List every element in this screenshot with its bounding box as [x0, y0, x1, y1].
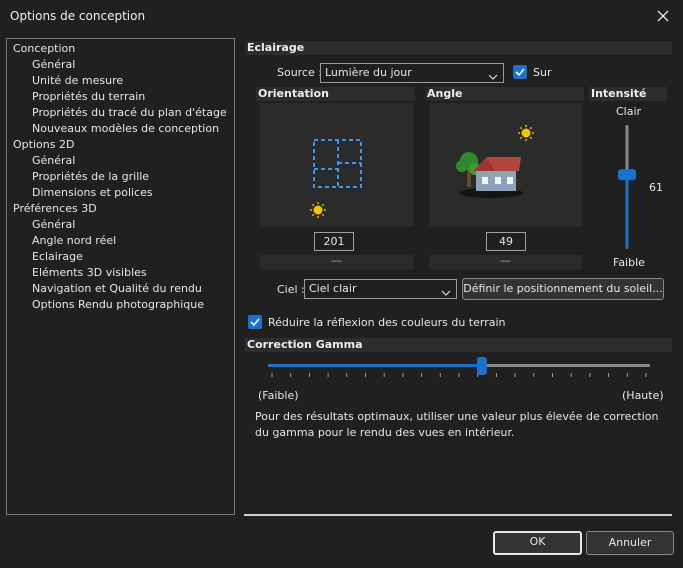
chevron-down-icon: [488, 69, 498, 80]
sun-icon: [310, 202, 326, 218]
tree-item[interactable]: Eclairage: [7, 249, 234, 265]
tree-item[interactable]: Navigation et Qualité du rendu: [7, 281, 234, 297]
sky-dropdown-value: Ciel clair: [309, 282, 357, 295]
orientation-bar: —: [260, 255, 413, 269]
intensity-slider-thumb: [618, 169, 636, 181]
window-title: Options de conception: [10, 9, 146, 23]
checkmark-icon: [515, 68, 525, 77]
close-icon[interactable]: [653, 6, 673, 26]
tree-item[interactable]: Préférences 3D: [7, 201, 234, 217]
source-label: Source :: [277, 66, 322, 79]
tree-item[interactable]: Nouveaux modèles de conception: [7, 121, 234, 137]
on-label: Sur: [533, 66, 552, 79]
intensity-header: Intensité: [589, 87, 667, 101]
on-checkbox[interactable]: [513, 65, 527, 79]
gamma-slider[interactable]: [266, 356, 652, 380]
terrain-reflection-checkbox[interactable]: [248, 315, 262, 329]
tree-item[interactable]: Propriétés du tracé du plan d'étage: [7, 105, 234, 121]
tree-item[interactable]: Général: [7, 217, 234, 233]
tree-item[interactable]: Unité de mesure: [7, 73, 234, 89]
tree-item[interactable]: Options 2D: [7, 137, 234, 153]
tree-item[interactable]: Général: [7, 153, 234, 169]
gamma-low-label: (Faible): [258, 389, 299, 402]
source-dropdown[interactable]: Lumière du jour: [320, 63, 504, 83]
tree-item[interactable]: Eléments 3D visibles: [7, 265, 234, 281]
sun-position-button[interactable]: Définir le positionnement du soleil...: [462, 278, 664, 300]
orientation-value-field[interactable]: 201: [314, 232, 354, 251]
sky-dropdown[interactable]: Ciel clair: [304, 279, 457, 299]
gamma-hint-text: Pour des résultats optimaux, utiliser un…: [255, 410, 659, 439]
tree-item[interactable]: Conception: [7, 41, 234, 57]
angle-preview[interactable]: [429, 103, 582, 227]
title-bar: Options de conception: [0, 0, 683, 32]
checkmark-icon: [250, 318, 260, 327]
house-icon: [456, 152, 523, 198]
angle-bar: —: [429, 255, 582, 269]
orientation-preview[interactable]: [260, 103, 413, 227]
lighting-section-header: Eclairage: [245, 41, 672, 55]
intensity-high-label: Clair: [616, 105, 642, 118]
terrain-reflection-label: Réduire la réflexion des couleurs du ter…: [268, 316, 506, 329]
tree-item[interactable]: Propriétés du terrain: [7, 89, 234, 105]
tree-item[interactable]: Options Rendu photographique: [7, 297, 234, 313]
chevron-down-icon: [441, 285, 451, 296]
cancel-button[interactable]: Annuler: [586, 531, 674, 555]
tree-item[interactable]: Dimensions et polices: [7, 185, 234, 201]
intensity-low-label: Faible: [613, 256, 645, 269]
gamma-section-header: Correction Gamma: [245, 338, 672, 352]
intensity-slider[interactable]: [617, 125, 637, 249]
orientation-header: Orientation: [256, 87, 415, 101]
intensity-value: 61: [649, 181, 663, 194]
tree-item[interactable]: Angle nord réel: [7, 233, 234, 249]
angle-value-field[interactable]: 49: [486, 232, 526, 251]
ok-button[interactable]: OK: [493, 531, 582, 555]
tree-item[interactable]: Propriétés de la grille: [7, 169, 234, 185]
gamma-slider-thumb: [476, 357, 487, 375]
sky-label: Ciel :: [277, 283, 305, 296]
options-tree: Conception Général Unité de mesure Propriét…: [6, 38, 235, 515]
angle-header: Angle: [425, 87, 584, 101]
floor-plan-icon: [313, 139, 362, 188]
footer-separator: [244, 514, 672, 516]
gamma-high-label: (Haute): [622, 389, 664, 402]
tree-item[interactable]: Général: [7, 57, 234, 73]
source-dropdown-value: Lumière du jour: [325, 66, 412, 79]
sun-icon: [518, 125, 534, 141]
